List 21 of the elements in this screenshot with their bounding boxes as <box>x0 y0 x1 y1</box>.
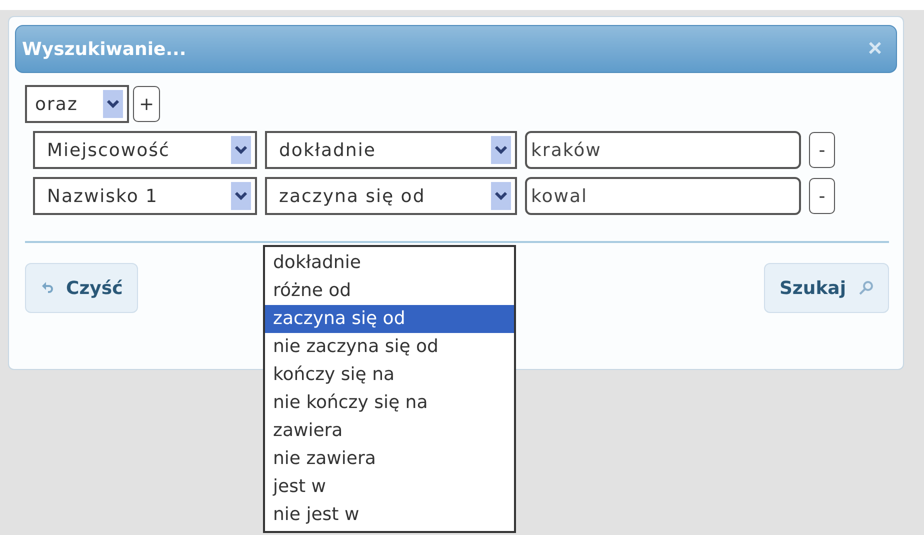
search-icon <box>858 280 874 296</box>
field-select[interactable]: Miejscowość <box>33 131 257 169</box>
chevron-down-icon <box>103 90 123 118</box>
chevron-down-icon <box>491 136 511 164</box>
dialog-title: Wyszukiwanie... <box>22 38 186 60</box>
dropdown-option[interactable]: zaczyna się od <box>265 305 514 333</box>
value-input[interactable]: kraków <box>525 131 801 169</box>
chevron-down-icon <box>231 182 251 210</box>
operator-select[interactable]: zaczyna się od <box>265 177 517 215</box>
search-button[interactable]: Szukaj <box>764 263 889 313</box>
clear-button[interactable]: Czyść <box>25 263 138 313</box>
chevron-down-icon <box>231 136 251 164</box>
add-button[interactable]: + <box>133 86 160 122</box>
undo-icon <box>40 281 54 295</box>
remove-button[interactable]: - <box>809 178 835 214</box>
value-input[interactable]: kowal <box>525 177 801 215</box>
connector-select[interactable]: oraz <box>25 85 129 123</box>
chevron-down-icon <box>491 182 511 210</box>
operator-select[interactable]: dokładnie <box>265 131 517 169</box>
remove-button[interactable]: - <box>809 132 835 168</box>
field-select[interactable]: Nazwisko 1 <box>33 177 257 215</box>
